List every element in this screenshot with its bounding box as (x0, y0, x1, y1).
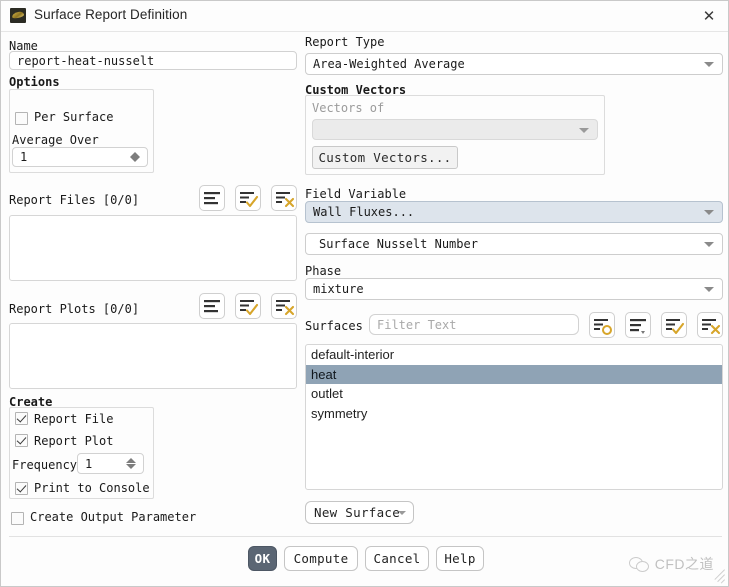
field-variable-label: Field Variable (305, 187, 407, 201)
create-output-parameter-label: Create Output Parameter (30, 510, 197, 524)
surface-list-item[interactable]: default-interior (306, 345, 722, 365)
app-icon (10, 8, 26, 23)
chevron-down-icon (398, 510, 406, 515)
phase-label: Phase (305, 264, 342, 278)
help-button[interactable]: Help (436, 546, 484, 571)
compute-button[interactable]: Compute (284, 546, 358, 571)
print-to-console-checkbox[interactable] (15, 482, 28, 495)
chevron-down-icon (579, 127, 589, 133)
footer-divider (9, 536, 722, 537)
average-over-label: Average Over (12, 133, 99, 147)
surface-list-item[interactable]: symmetry (306, 404, 722, 424)
print-to-console-label: Print to Console (34, 481, 150, 495)
field-variable-select[interactable]: Wall Fluxes... (305, 201, 723, 223)
surfaces-list-dropdown-icon[interactable] (625, 312, 651, 338)
create-output-parameter-checkbox[interactable] (11, 512, 24, 525)
per-surface-checkbox[interactable] (15, 112, 28, 125)
field-variable-sub-select[interactable]: Surface Nusselt Number (305, 233, 723, 255)
surfaces-label: Surfaces (305, 319, 363, 333)
report-files-list-icon[interactable] (199, 185, 225, 211)
average-over-value: 1 (20, 150, 28, 164)
chevron-down-icon (704, 210, 714, 215)
title-bar: Surface Report Definition ✕ (1, 1, 728, 32)
phase-value: mixture (313, 282, 364, 296)
frequency-label: Frequency (12, 458, 78, 472)
watermark: CFD之道 (628, 554, 714, 574)
watermark-text: CFD之道 (654, 556, 714, 572)
new-surface-label: New Surface (314, 505, 401, 520)
report-plots-list[interactable] (9, 323, 297, 389)
new-surface-button[interactable]: New Surface (305, 501, 414, 524)
vectors-of-select[interactable] (312, 119, 598, 140)
frequency-up-icon[interactable] (126, 458, 136, 463)
average-over-stepper[interactable]: 1 (12, 147, 148, 167)
phase-select[interactable]: mixture (305, 278, 723, 300)
surfaces-list-circle-icon[interactable] (589, 312, 615, 338)
report-files-list-cross-icon[interactable] (271, 185, 297, 211)
frequency-down-icon[interactable] (126, 464, 136, 469)
vectors-of-label: Vectors of (312, 101, 385, 115)
report-plots-list-check-icon[interactable] (235, 293, 261, 319)
average-over-down-icon[interactable] (130, 157, 140, 162)
report-type-label: Report Type (305, 35, 385, 49)
report-file-label: Report File (34, 412, 114, 426)
chevron-down-icon (704, 242, 714, 247)
name-input[interactable]: report-heat-nusselt (9, 51, 297, 70)
per-surface-label: Per Surface (34, 110, 114, 124)
chevron-down-icon (704, 62, 714, 67)
surfaces-filter-placeholder: Filter Text (377, 317, 457, 332)
cancel-button[interactable]: Cancel (365, 546, 429, 571)
report-plot-label: Report Plot (34, 434, 114, 448)
frequency-value: 1 (85, 456, 93, 471)
resize-grip[interactable] (712, 569, 726, 584)
report-plots-list-cross-icon[interactable] (271, 293, 297, 319)
report-plots-list-icon[interactable] (199, 293, 225, 319)
surface-list-item[interactable]: heat (306, 364, 722, 384)
surfaces-list-check-icon[interactable] (661, 312, 687, 338)
surfaces-list-cross-icon[interactable] (697, 312, 723, 338)
options-label: Options (9, 75, 60, 89)
close-icon[interactable]: ✕ (696, 4, 722, 28)
ok-button[interactable]: OK (248, 546, 277, 571)
surfaces-list[interactable]: default-interior heat outlet symmetry (305, 344, 723, 490)
report-files-label: Report Files [0/0] (9, 193, 140, 207)
report-files-list-check-icon[interactable] (235, 185, 261, 211)
report-type-select[interactable]: Area-Weighted Average (305, 53, 723, 75)
report-files-list[interactable] (9, 215, 297, 281)
frequency-stepper[interactable]: 1 (77, 453, 144, 474)
report-plots-label: Report Plots [0/0] (9, 302, 140, 316)
report-plot-checkbox[interactable] (15, 434, 28, 447)
report-file-checkbox[interactable] (15, 412, 28, 425)
custom-vectors-button[interactable]: Custom Vectors... (312, 146, 458, 169)
window-title: Surface Report Definition (34, 7, 188, 22)
report-type-value: Area-Weighted Average (313, 57, 465, 71)
chevron-down-icon (704, 287, 714, 292)
wechat-icon (628, 556, 649, 572)
field-variable-value: Wall Fluxes... (313, 205, 415, 219)
surfaces-filter-input[interactable]: Filter Text (369, 314, 579, 335)
field-variable-sub-value: Surface Nusselt Number (319, 237, 478, 251)
surface-report-definition-dialog: Surface Report Definition ✕ Name report-… (0, 0, 729, 587)
surface-list-item[interactable]: outlet (306, 384, 722, 404)
